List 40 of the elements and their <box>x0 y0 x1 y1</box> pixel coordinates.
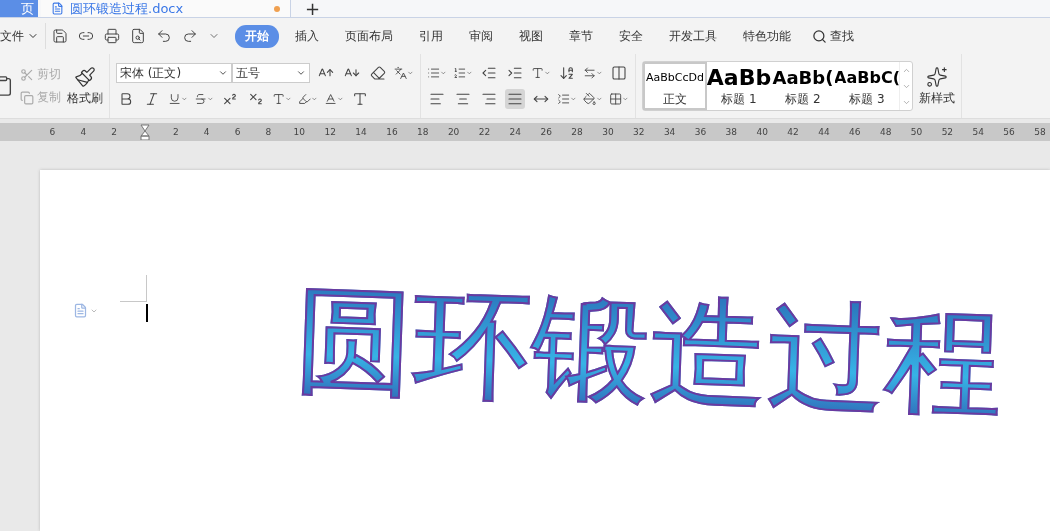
paintbrush-icon <box>74 65 96 88</box>
font-size-select[interactable]: 五号 <box>232 63 310 83</box>
document-tab[interactable]: 圆环锻造过程.docx <box>41 0 291 17</box>
ruler: 6 4 2 2 4 6 8 10 12 14 16 18 20 22 24 26 28 30 32 34 36 38 40 42 44 46 48 50 52 54 56 58 <box>0 123 1050 141</box>
copy-icon <box>20 90 34 105</box>
ribbon-tab[interactable]: 安全 <box>609 24 653 48</box>
print-icon[interactable] <box>104 28 120 44</box>
ribbon-tab[interactable]: 插入 <box>285 24 329 48</box>
save-icon[interactable] <box>52 28 68 44</box>
chevron-down-icon <box>218 68 228 78</box>
sparkle-icon <box>926 65 948 88</box>
format-painter-button[interactable]: 格式刷 <box>67 65 103 107</box>
preview-icon[interactable] <box>130 28 146 44</box>
new-tab-button[interactable]: + <box>305 0 321 17</box>
ribbon-tab[interactable]: 章节 <box>559 24 603 48</box>
font-name-select[interactable]: 宋体 (正文) <box>116 63 232 83</box>
clear-format-icon[interactable] <box>368 63 388 83</box>
search-icon <box>812 28 827 44</box>
border-icon[interactable] <box>609 63 629 83</box>
style-option[interactable]: AaBbC( 标题 3 <box>835 62 899 110</box>
indent-marker-icon[interactable] <box>140 124 150 140</box>
new-style-button[interactable]: 新样式 <box>919 65 955 107</box>
document-icon <box>51 2 64 15</box>
text-cursor <box>146 304 148 322</box>
file-menu[interactable]: 文件 <box>0 27 39 45</box>
margin-corner-mark <box>120 275 147 302</box>
ribbon-tab[interactable]: 引用 <box>409 24 453 48</box>
chevron-down-icon <box>296 68 306 78</box>
ribbon-tab[interactable]: 审阅 <box>459 24 503 48</box>
style-option[interactable]: AaBb( 标题 2 <box>771 62 835 110</box>
ribbon-tab[interactable]: 特色功能 <box>733 24 801 48</box>
scissors-icon <box>20 67 34 82</box>
style-option[interactable]: AaBbCcDd 正文 <box>643 62 707 110</box>
style-option[interactable]: AaBb 标题 1 <box>707 62 771 110</box>
search-button[interactable]: 查找 <box>812 27 854 45</box>
ribbon-tab[interactable]: 视图 <box>509 24 553 48</box>
ribbon-tab[interactable]: 开发工具 <box>659 24 727 48</box>
redo-icon[interactable] <box>182 28 198 44</box>
ribbon-tab[interactable]: 页面布局 <box>335 24 403 48</box>
undo-icon[interactable] <box>156 28 172 44</box>
